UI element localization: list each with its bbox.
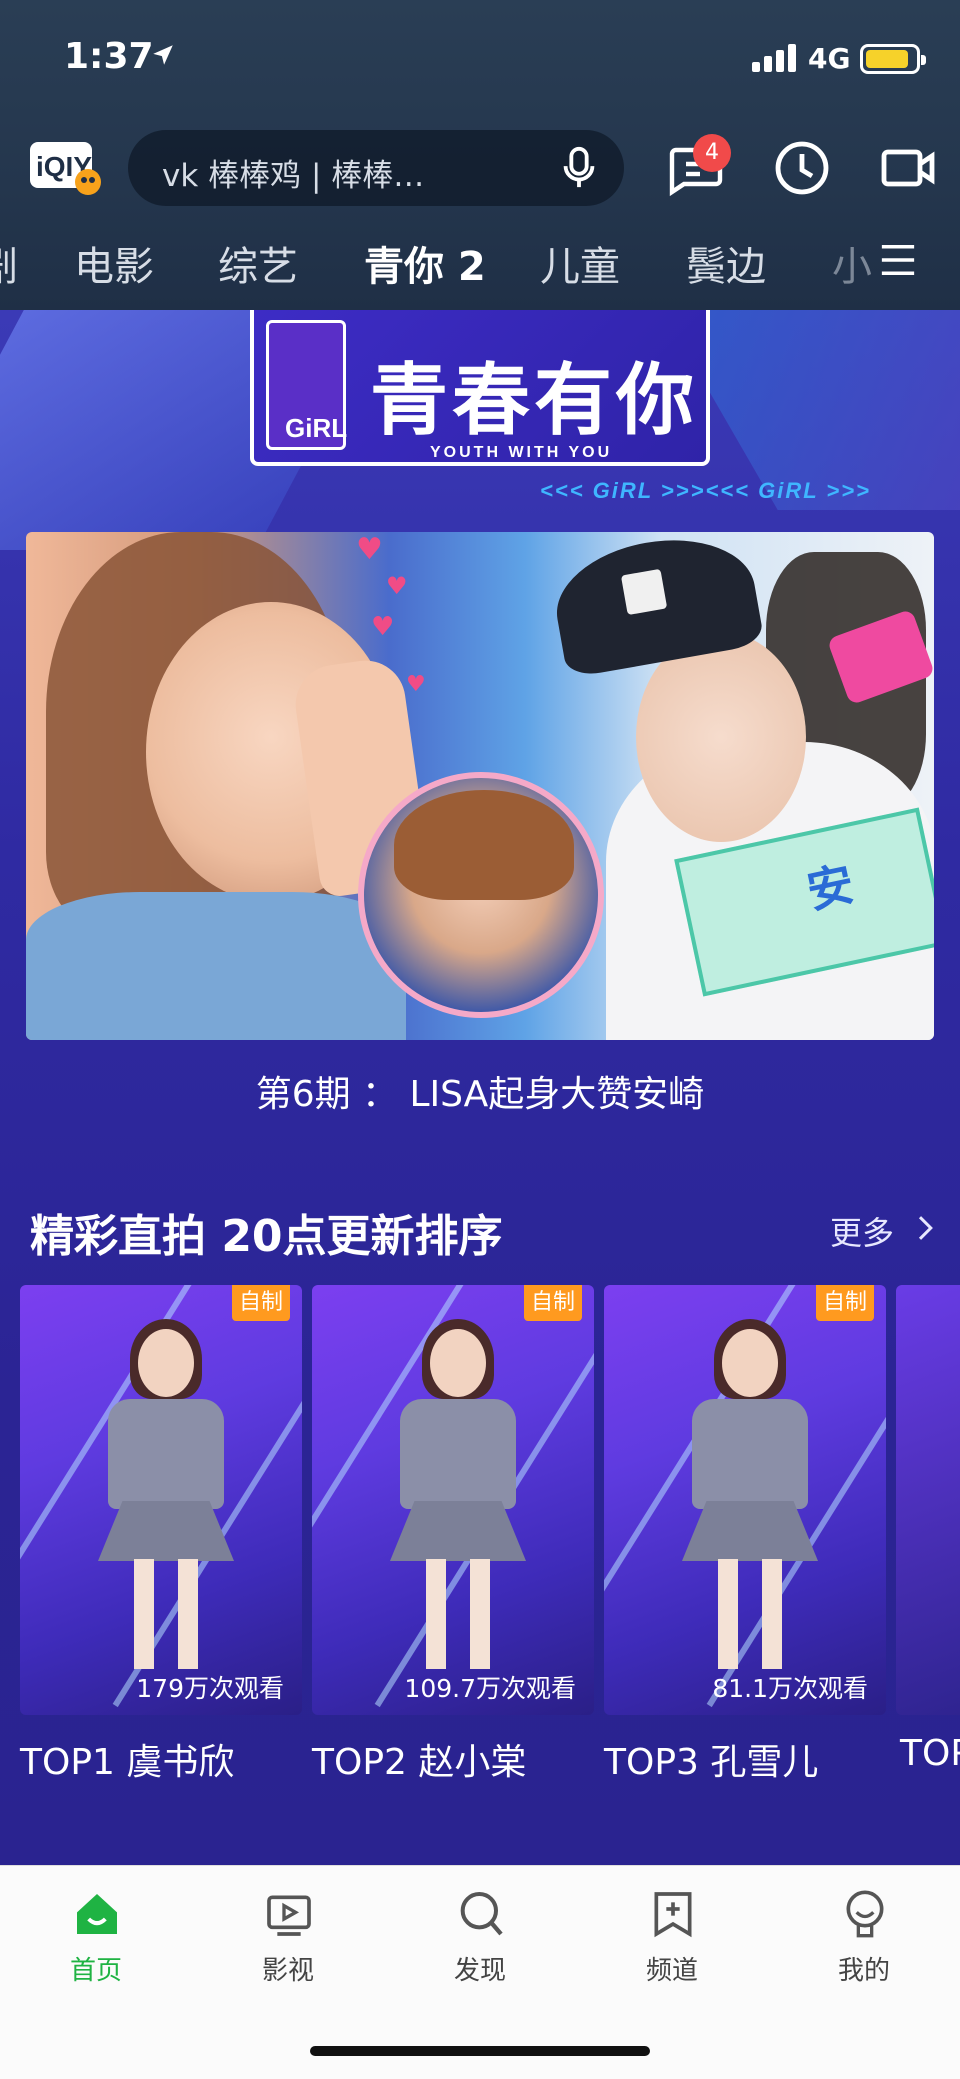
chevron-right-icon[interactable] <box>912 1210 940 1246</box>
category-tabs: 剧 电影 综艺 青你 2 儿童 鬓边 小 <box>0 228 960 294</box>
hero-caption[interactable]: 第6期 ： LISA起身大赞安崎 <box>0 1065 960 1117</box>
tab-binbian[interactable]: 鬓边 <box>686 234 766 292</box>
view-count: 81.1万次观看 <box>712 1674 868 1703</box>
nav-profile-label: 我的 <box>837 1956 890 1986</box>
iqiyi-logo[interactable]: iQIY <box>28 138 102 198</box>
heart-icon: ♥ <box>386 572 408 600</box>
show-logo-mark: GiRL <box>266 320 347 450</box>
nav-discover-label: 发现 <box>453 1956 506 1986</box>
self-produced-badge: 自制 <box>816 1285 874 1321</box>
nav-video[interactable]: 影视 <box>228 1888 348 1998</box>
view-count: 109.7万次观看 <box>404 1674 576 1703</box>
hero-banner-image[interactable]: ♥ ♥ ♥ ♥ 安 <box>26 532 934 1040</box>
nav-discover[interactable]: 发现 <box>420 1888 540 1998</box>
card-title: TOP3 孔雪儿 <box>604 1742 819 1783</box>
tab-movies[interactable]: 电影 <box>74 234 154 292</box>
card-thumbnail: 自制 109.7万次观看 <box>312 1285 594 1715</box>
home-indicator[interactable] <box>310 2046 650 2056</box>
nav-home-label: 首页 <box>69 1956 122 1986</box>
menu-icon[interactable] <box>876 238 920 282</box>
discover-icon <box>460 1892 503 1936</box>
card-title-partial: TOP <box>900 1733 960 1774</box>
tab-kids[interactable]: 儿童 <box>540 234 620 292</box>
self-produced-badge: 自制 <box>524 1285 582 1321</box>
nav-channel[interactable]: 频道 <box>612 1888 732 1998</box>
tab-variety[interactable]: 综艺 <box>218 234 298 292</box>
home-icon <box>77 1894 117 1934</box>
girl-strip-text: <<< GiRL >>><<< GiRL >>> <box>540 478 871 503</box>
fancam-card-partial[interactable] <box>896 1285 960 1715</box>
bottom-navigation: 首页 影视 发现 频道 我的 <box>0 1865 960 2079</box>
show-subtitle: YOUTH WITH YOU <box>430 444 613 461</box>
tab-drama[interactable]: 剧 <box>0 234 18 292</box>
inset-circle-portrait <box>358 772 604 1018</box>
profile-icon <box>846 1890 884 1938</box>
fancam-card[interactable]: 自制 81.1万次观看 TOP3 孔雪儿 <box>604 1285 886 1785</box>
nav-home[interactable]: 首页 <box>36 1888 156 1998</box>
status-time: 1:37 <box>64 36 154 77</box>
nav-video-label: 影视 <box>261 1956 314 1986</box>
card-title: TOP1 虞书欣 <box>20 1742 235 1783</box>
fancam-card[interactable]: 自制 109.7万次观看 TOP2 赵小棠 <box>312 1285 594 1785</box>
more-link[interactable]: 更多 <box>830 1208 894 1254</box>
battery-icon <box>860 44 926 74</box>
self-produced-badge: 自制 <box>232 1285 290 1321</box>
fancam-card-list: 自制 179万次观看 TOP1 虞书欣 自制 109.7万次观看 TOP2 赵小… <box>0 1285 960 1825</box>
main-content: GiRL 青春有你 YOUTH WITH YOU <<< GiRL >>><<<… <box>0 310 960 1865</box>
top-header: 1:37 4G iQIY vk 棒棒鸡 | 棒棒… 4 电影 综艺 青你 2 儿… <box>0 0 960 310</box>
show-title: 青春有你 <box>370 356 699 446</box>
nav-profile[interactable]: 我的 <box>804 1888 924 1998</box>
channel-icon <box>654 1892 692 1938</box>
video-camera-icon[interactable] <box>878 138 938 198</box>
notification-badge: 4 <box>693 134 731 172</box>
heart-icon: ♥ <box>356 532 383 567</box>
tab-youth-with-you-2[interactable]: 青你 2 <box>364 234 486 292</box>
video-icon <box>267 1895 311 1936</box>
card-thumbnail: 自制 81.1万次观看 <box>604 1285 886 1715</box>
signal-icon <box>752 44 798 72</box>
heart-icon: ♥ <box>406 672 426 697</box>
card-thumbnail: 自制 179万次观看 <box>20 1285 302 1715</box>
search-bar[interactable]: vk 棒棒鸡 | 棒棒… <box>128 130 624 206</box>
heart-icon: ♥ <box>371 612 395 642</box>
tab-partial[interactable]: 小 <box>832 234 872 292</box>
view-count: 179万次观看 <box>136 1674 284 1703</box>
card-title: TOP2 赵小棠 <box>312 1742 527 1783</box>
section-title: 精彩直拍 20点更新排序 <box>30 1211 503 1262</box>
status-bar: 1:37 4G <box>0 0 960 120</box>
nav-channel-label: 频道 <box>645 1956 698 1986</box>
network-label: 4G <box>808 42 851 75</box>
microphone-icon[interactable] <box>556 144 602 192</box>
search-placeholder: vk 棒棒鸡 | 棒棒… <box>162 158 425 194</box>
show-logo: GiRL 青春有你 YOUTH WITH YOU <box>250 310 710 466</box>
location-arrow-icon <box>153 45 173 65</box>
fancam-card[interactable]: 自制 179万次观看 TOP1 虞书欣 <box>20 1285 302 1785</box>
history-clock-icon[interactable] <box>772 138 832 198</box>
